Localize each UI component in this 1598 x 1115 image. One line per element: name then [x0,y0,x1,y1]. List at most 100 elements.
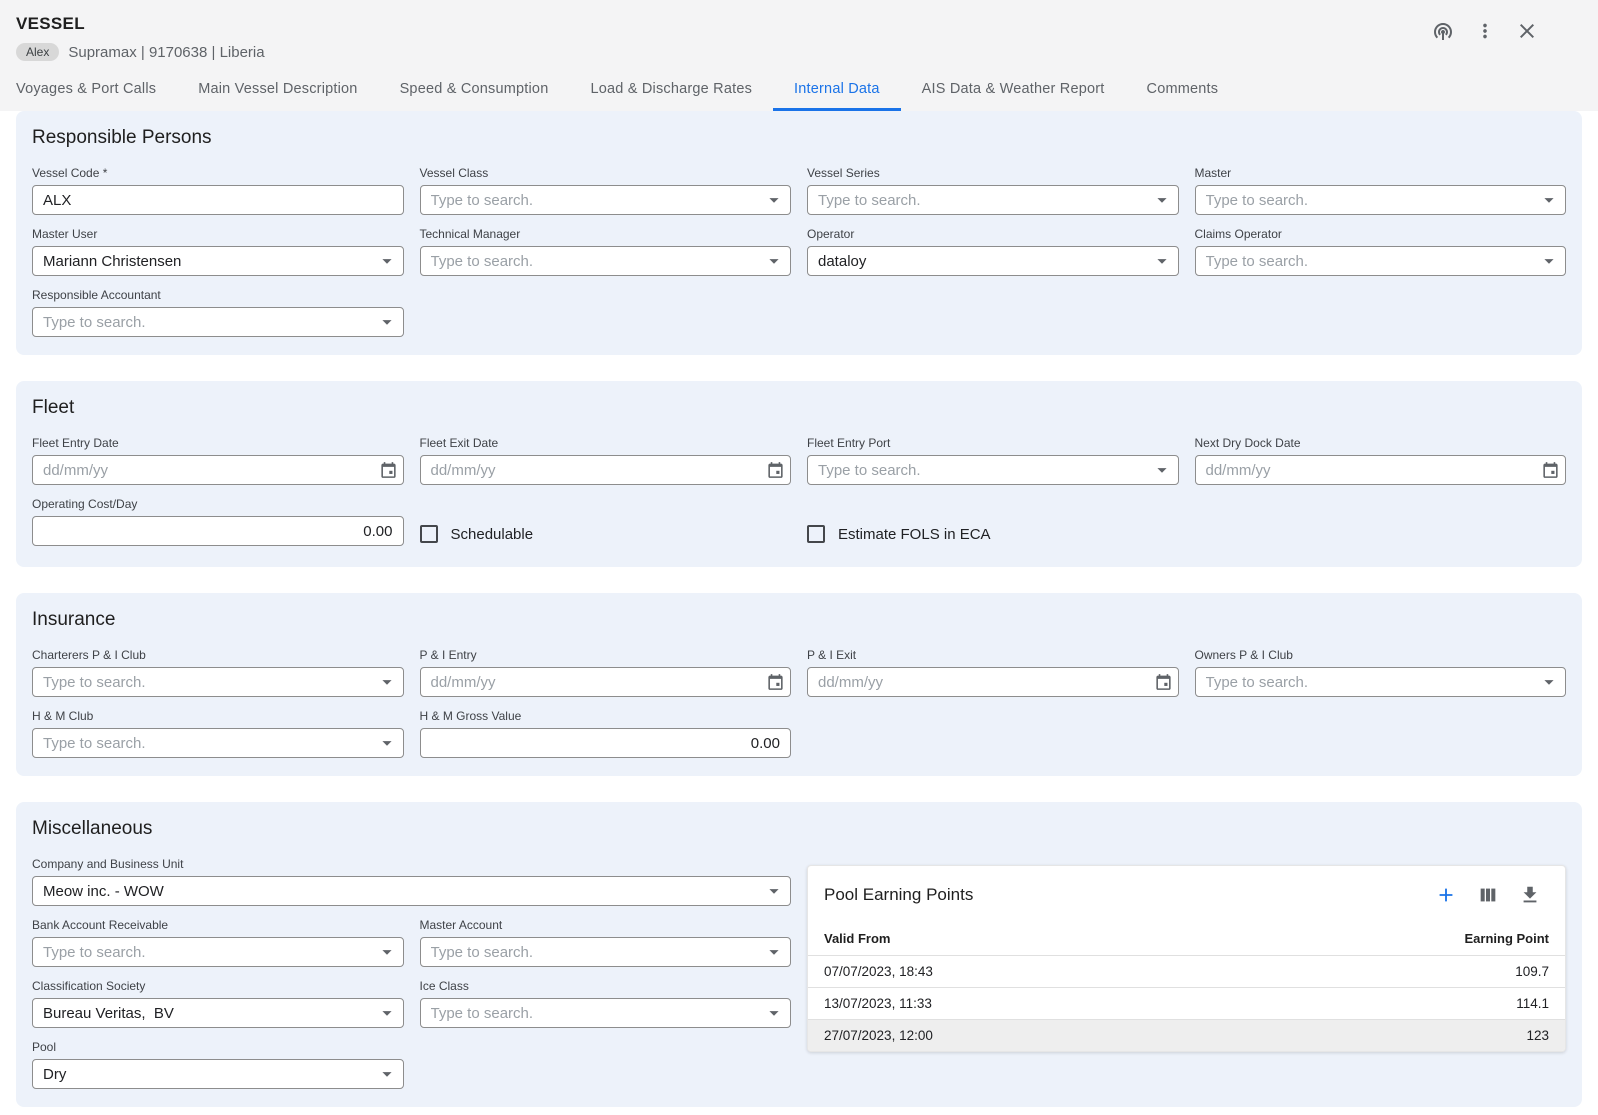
field-master-user: Master User [32,227,404,276]
tab-comments[interactable]: Comments [1126,69,1240,111]
chevron-down-icon[interactable] [1151,189,1173,211]
field-owners-pi-club: Owners P & I Club [1195,648,1567,697]
pi-entry-input[interactable] [420,667,792,697]
field-vessel-class: Vessel Class [420,166,792,215]
tab-bar: Voyages & Port Calls Main Vessel Descrip… [16,69,1598,111]
vessel-series-input[interactable] [807,185,1179,215]
pool-earning-points-title: Pool Earning Points [824,885,973,905]
technical-manager-input[interactable] [420,246,792,276]
miscellaneous-fields: Company and Business Unit Bank Account R… [32,857,791,1089]
field-technical-manager: Technical Manager [420,227,792,276]
chevron-down-icon[interactable] [763,189,785,211]
chevron-down-icon[interactable] [763,880,785,902]
chevron-down-icon[interactable] [1538,250,1560,272]
kebab-menu-icon[interactable] [1472,18,1498,44]
fleet-entry-date-input[interactable] [32,455,404,485]
charterers-pi-club-input[interactable] [32,667,404,697]
calendar-icon[interactable] [1541,461,1560,480]
field-operator: Operator [807,227,1179,276]
field-pool: Pool [32,1040,404,1089]
pool-input[interactable] [32,1059,404,1089]
claims-operator-input[interactable] [1195,246,1567,276]
calendar-icon[interactable] [379,461,398,480]
chevron-down-icon[interactable] [376,671,398,693]
tab-load-discharge-rates[interactable]: Load & Discharge Rates [569,69,773,111]
tab-speed-consumption[interactable]: Speed & Consumption [379,69,570,111]
vessel-internal-data-page: { "header": { "title": "VESSEL", "badge"… [0,0,1598,1115]
fleet-exit-date-input[interactable] [420,455,792,485]
chevron-down-icon[interactable] [763,250,785,272]
add-row-icon[interactable] [1435,884,1457,906]
pool-earning-points-card: Pool Earning Points Valid From Earning P… [807,865,1566,1052]
table-row[interactable]: 27/07/2023, 12:00 123 [808,1020,1565,1051]
chevron-down-icon[interactable] [376,1063,398,1085]
master-input[interactable] [1195,185,1567,215]
vessel-subtitle-row: Alex Supramax | 9170638 | Liberia [16,43,1598,61]
master-user-input[interactable] [32,246,404,276]
ais-signal-icon[interactable] [1430,18,1456,44]
section-title-miscellaneous: Miscellaneous [32,818,1566,840]
chevron-down-icon[interactable] [1151,459,1173,481]
fleet-entry-port-input[interactable] [807,455,1179,485]
operating-cost-day-input[interactable] [32,516,404,546]
hm-club-input[interactable] [32,728,404,758]
schedulable-checkbox[interactable] [420,525,438,543]
calendar-icon[interactable] [766,673,785,692]
close-icon[interactable] [1514,18,1540,44]
columns-icon[interactable] [1477,884,1499,906]
vessel-class-input[interactable] [420,185,792,215]
chevron-down-icon[interactable] [763,941,785,963]
owners-pi-club-input[interactable] [1195,667,1567,697]
field-pi-entry: P & I Entry [420,648,792,697]
estimate-fols-checkbox[interactable] [807,525,825,543]
table-row[interactable]: 13/07/2023, 11:33 114.1 [808,988,1565,1020]
company-business-unit-input[interactable] [32,876,791,906]
chevron-down-icon[interactable] [1538,189,1560,211]
classification-society-input[interactable] [32,998,404,1028]
chevron-down-icon[interactable] [763,1002,785,1024]
operator-input[interactable] [807,246,1179,276]
calendar-icon[interactable] [1154,673,1173,692]
tab-voyages-port-calls[interactable]: Voyages & Port Calls [16,69,177,111]
tab-ais-data-weather-report[interactable]: AIS Data & Weather Report [901,69,1126,111]
field-hm-club: H & M Club [32,709,404,758]
calendar-icon[interactable] [766,461,785,480]
field-fleet-entry-date: Fleet Entry Date [32,436,404,485]
pi-exit-input[interactable] [807,667,1179,697]
valid-from-cell: 27/07/2023, 12:00 [824,1028,933,1043]
section-title-responsible-persons: Responsible Persons [32,127,1566,149]
header-actions [1430,18,1540,44]
field-company-business-unit: Company and Business Unit [32,857,791,906]
field-vessel-code: Vessel Code * [32,166,404,215]
column-earning-point: Earning Point [1465,931,1550,946]
table-row[interactable]: 07/07/2023, 18:43 109.7 [808,956,1565,988]
vessel-code-input[interactable] [32,185,404,215]
responsible-accountant-input[interactable] [32,307,404,337]
schedulable-label: Schedulable [451,526,534,543]
bank-account-receivable-input[interactable] [32,937,404,967]
chevron-down-icon[interactable] [1151,250,1173,272]
column-valid-from: Valid From [824,931,890,946]
field-ice-class: Ice Class [420,979,792,1028]
field-pi-exit: P & I Exit [807,648,1179,697]
tab-internal-data[interactable]: Internal Data [773,69,901,111]
download-icon[interactable] [1519,884,1541,906]
ice-class-input[interactable] [420,998,792,1028]
field-schedulable: Schedulable [420,519,792,549]
master-account-input[interactable] [420,937,792,967]
vessel-code-badge: Alex [16,43,59,61]
section-title-insurance: Insurance [32,609,1566,631]
section-fleet: Fleet Fleet Entry Date Fleet Exit Date F… [16,381,1582,567]
tab-main-vessel-description[interactable]: Main Vessel Description [177,69,378,111]
next-dry-dock-date-input[interactable] [1195,455,1567,485]
chevron-down-icon[interactable] [376,1002,398,1024]
earning-point-cell: 114.1 [1516,996,1549,1011]
chevron-down-icon[interactable] [1538,671,1560,693]
chevron-down-icon[interactable] [376,941,398,963]
chevron-down-icon[interactable] [376,732,398,754]
chevron-down-icon[interactable] [376,250,398,272]
vessel-subtitle: Supramax | 9170638 | Liberia [68,44,264,61]
field-master-account: Master Account [420,918,792,967]
chevron-down-icon[interactable] [376,311,398,333]
hm-gross-value-input[interactable] [420,728,792,758]
